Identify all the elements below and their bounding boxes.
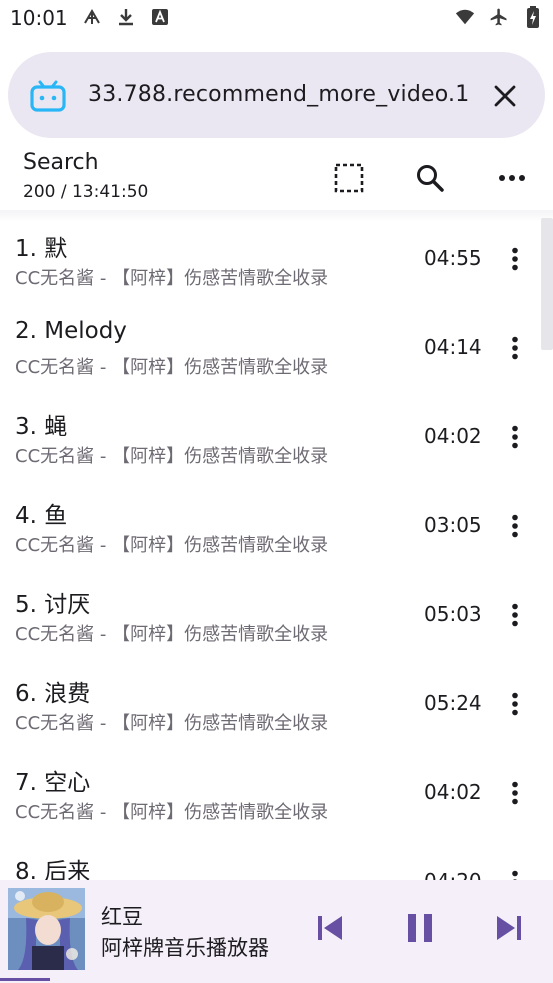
now-playing-title: 红豆 [101, 905, 143, 929]
battery-charging-icon [523, 6, 543, 28]
search-icon[interactable] [410, 158, 450, 198]
track-row[interactable]: 7. 空心 CC无名酱 - 【阿梓】伤感苦情歌全收录 04:02 [0, 749, 541, 838]
track-duration: 05:03 [424, 602, 482, 626]
page-title: Search [23, 150, 99, 175]
more-vertical-icon[interactable] [500, 333, 530, 363]
track-duration: 04:14 [424, 335, 482, 359]
download-icon [116, 7, 136, 27]
a-box-icon [150, 7, 170, 27]
skip-previous-icon[interactable] [310, 908, 350, 948]
track-row[interactable]: 4. 鱼 CC无名酱 - 【阿梓】伤感苦情歌全收录 03:05 [0, 482, 541, 571]
mini-player[interactable]: 红豆 阿梓牌音乐播放器 [0, 880, 553, 983]
track-subtitle: CC无名酱 - 【阿梓】伤感苦情歌全收录 [15, 624, 329, 645]
more-vertical-icon[interactable] [500, 778, 530, 808]
now-playing-artist: 阿梓牌音乐播放器 [101, 936, 269, 960]
more-vertical-icon[interactable] [500, 867, 530, 881]
page-subtitle: 200 / 13:41:50 [23, 182, 149, 202]
track-subtitle: CC无名酱 - 【阿梓】伤感苦情歌全收录 [15, 357, 329, 378]
track-subtitle: CC无名酱 - 【阿梓】伤感苦情歌全收录 [15, 535, 329, 556]
track-duration: 04:02 [424, 780, 482, 804]
track-title: 8. 后来 [15, 859, 91, 881]
more-vertical-icon[interactable] [500, 511, 530, 541]
track-duration: 05:24 [424, 691, 482, 715]
url-text[interactable]: 33.788.recommend_more_video.1 [88, 82, 469, 107]
track-row[interactable]: 5. 讨厌 CC无名酱 - 【阿梓】伤感苦情歌全收录 05:03 [0, 571, 541, 660]
more-vertical-icon[interactable] [500, 422, 530, 452]
track-title: 2. Melody [15, 318, 127, 344]
track-subtitle: CC无名酱 - 【阿梓】伤感苦情歌全收录 [15, 802, 329, 823]
status-bar: 10:01 [0, 0, 553, 38]
track-row[interactable]: 8. 后来 04:20 [0, 838, 541, 881]
more-vertical-icon[interactable] [500, 244, 530, 274]
more-horizontal-icon[interactable] [492, 158, 532, 198]
track-row[interactable]: 2. Melody CC无名酱 - 【阿梓】伤感苦情歌全收录 04:14 [0, 304, 541, 393]
playback-progress[interactable] [0, 978, 50, 981]
album-cover[interactable] [8, 888, 85, 970]
track-title: 4. 鱼 [15, 503, 68, 529]
track-title: 5. 讨厌 [15, 592, 91, 618]
signal-icon [82, 7, 102, 27]
select-icon[interactable] [329, 158, 369, 198]
url-bar: 33.788.recommend_more_video.1 [8, 52, 545, 138]
skip-next-icon[interactable] [489, 908, 529, 948]
track-duration: 04:02 [424, 424, 482, 448]
track-subtitle: CC无名酱 - 【阿梓】伤感苦情歌全收录 [15, 713, 329, 734]
status-time: 10:01 [10, 6, 68, 30]
track-title: 6. 浪费 [15, 681, 91, 707]
more-vertical-icon[interactable] [500, 689, 530, 719]
pause-icon[interactable] [400, 908, 440, 948]
track-row[interactable]: 1. 默 CC无名酱 - 【阿梓】伤感苦情歌全收录 04:55 [0, 215, 541, 304]
track-subtitle: CC无名酱 - 【阿梓】伤感苦情歌全收录 [15, 446, 329, 467]
playlist-header: Search 200 / 13:41:50 [0, 140, 553, 216]
list-scrollbar[interactable] [541, 218, 553, 350]
wifi-icon [455, 7, 475, 27]
track-row[interactable]: 3. 蝇 CC无名酱 - 【阿梓】伤感苦情歌全收录 04:02 [0, 393, 541, 482]
track-duration: 04:55 [424, 246, 482, 270]
track-list[interactable]: 1. 默 CC无名酱 - 【阿梓】伤感苦情歌全收录 04:55 2. Melod… [0, 215, 553, 881]
track-duration: 03:05 [424, 513, 482, 537]
track-title: 3. 蝇 [15, 414, 68, 440]
more-vertical-icon[interactable] [500, 600, 530, 630]
airplane-icon [489, 7, 509, 27]
track-title: 1. 默 [15, 236, 68, 262]
close-icon[interactable] [490, 81, 520, 111]
track-subtitle: CC无名酱 - 【阿梓】伤感苦情歌全收录 [15, 268, 329, 289]
track-row[interactable]: 6. 浪费 CC无名酱 - 【阿梓】伤感苦情歌全收录 05:24 [0, 660, 541, 749]
bilibili-tv-icon [30, 80, 66, 112]
track-title: 7. 空心 [15, 770, 91, 796]
